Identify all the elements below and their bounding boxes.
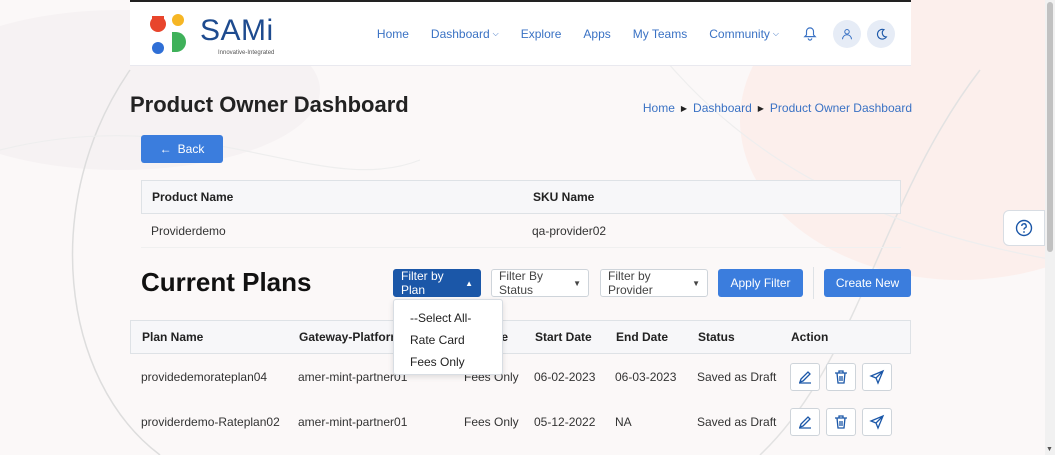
pencil-icon [798,370,811,384]
start-date-cell: 05-12-2022 [534,414,596,429]
gateway-cell: amer-mint-partner01 [298,414,408,429]
breadcrumb-dashboard[interactable]: Dashboard [693,101,752,115]
header-plan-name: Plan Name [142,330,204,344]
sku-name-cell: qa-provider02 [532,223,607,238]
status-cell: Saved as Draft [697,369,777,384]
trash-icon [835,369,847,384]
arrow-left-icon: ← [159,142,172,156]
plans-table-header: Plan Name Gateway-Platform I pe Start Da… [130,320,911,354]
page-scrollbar[interactable]: ▼ [1045,0,1055,455]
row-actions [790,407,892,436]
create-new-button[interactable]: Create New [824,269,911,297]
filter-by-status-dropdown[interactable]: Filter By Status ▼ [491,269,589,297]
start-date-cell: 06-02-2023 [534,369,596,384]
header-sku-name: SKU Name [533,190,595,204]
caret-down-icon: ▼ [573,278,581,288]
gateway-cell: amer-mint-partner01 [298,369,408,384]
question-circle-icon [1015,219,1033,237]
breadcrumb: Home ▶ Dashboard ▶ Product Owner Dashboa… [643,101,912,115]
end-date-cell: NA [615,414,632,429]
header-action: Action [791,330,829,344]
menu-item-rate-card[interactable]: Rate Card [394,330,502,352]
back-button-label: Back [177,142,205,156]
scrollbar-thumb[interactable] [1047,2,1053,252]
header-gateway-platform: Gateway-Platform I [299,330,408,344]
table-row: providerdemo-Rateplan02 amer-mint-partne… [130,399,911,444]
trash-icon [835,414,847,429]
caret-right-icon: ▶ [680,103,688,113]
plan-filter-menu: --Select All- Rate Card Fees Only [393,299,503,375]
breadcrumb-current[interactable]: Product Owner Dashboard [770,101,912,115]
table-row: providedemorateplan04 amer-mint-partner0… [130,354,911,399]
filter-by-provider-dropdown[interactable]: Filter by Provider ▼ [600,269,708,297]
page-title: Product Owner Dashboard [130,92,409,117]
filter-by-plan-label: Filter by Plan [401,269,444,297]
back-button[interactable]: ← Back [141,135,223,163]
menu-item-select-all[interactable]: --Select All- [394,308,502,330]
caret-right-icon: ▶ [757,103,764,113]
filter-by-status-label: Filter By Status [499,269,544,297]
plan-name-cell: providedemorateplan04 [141,369,268,384]
header-product-name: Product Name [152,190,234,204]
breadcrumb-home[interactable]: Home [643,101,675,115]
send-icon [869,369,885,385]
plans-table: Plan Name Gateway-Platform I pe Start Da… [130,320,911,444]
filter-by-provider-label: Filter by Provider [608,269,653,297]
menu-item-fees-only[interactable]: Fees Only [394,352,502,374]
edit-button[interactable] [790,407,820,436]
caret-down-icon: ▼ [692,278,700,288]
apply-filter-button[interactable]: Apply Filter [718,269,803,297]
send-button[interactable] [862,362,892,391]
edit-button[interactable] [790,362,820,391]
scroll-down-icon[interactable]: ▼ [1046,446,1053,453]
delete-button[interactable] [826,362,856,391]
end-date-cell: 06-03-2023 [615,369,677,384]
product-name-cell: Providerdemo [151,223,226,238]
product-table-header: Product Name SKU Name [141,180,901,214]
main-content: Product Owner Dashboard Home ▶ Dashboard… [0,0,1055,455]
table-row: Providerdemo qa-provider02 [141,214,901,248]
divider [813,267,814,299]
status-cell: Saved as Draft [697,414,777,429]
send-button[interactable] [862,407,892,436]
row-actions [790,362,892,391]
delete-button[interactable] [826,407,856,436]
section-title-current-plans: Current Plans [141,267,312,297]
send-icon [869,414,885,430]
header-end-date: End Date [616,330,669,344]
help-button[interactable] [1003,210,1045,246]
filter-by-plan-dropdown[interactable]: Filter by Plan ▲ [393,269,481,297]
caret-up-icon: ▲ [465,278,473,288]
pencil-icon [798,415,811,429]
header-start-date: Start Date [535,330,592,344]
product-table: Product Name SKU Name Providerdemo qa-pr… [141,180,901,248]
plan-name-cell: providerdemo-Rateplan02 [141,414,280,429]
type-cell: Fees Only [464,414,519,429]
header-status: Status [698,330,735,344]
